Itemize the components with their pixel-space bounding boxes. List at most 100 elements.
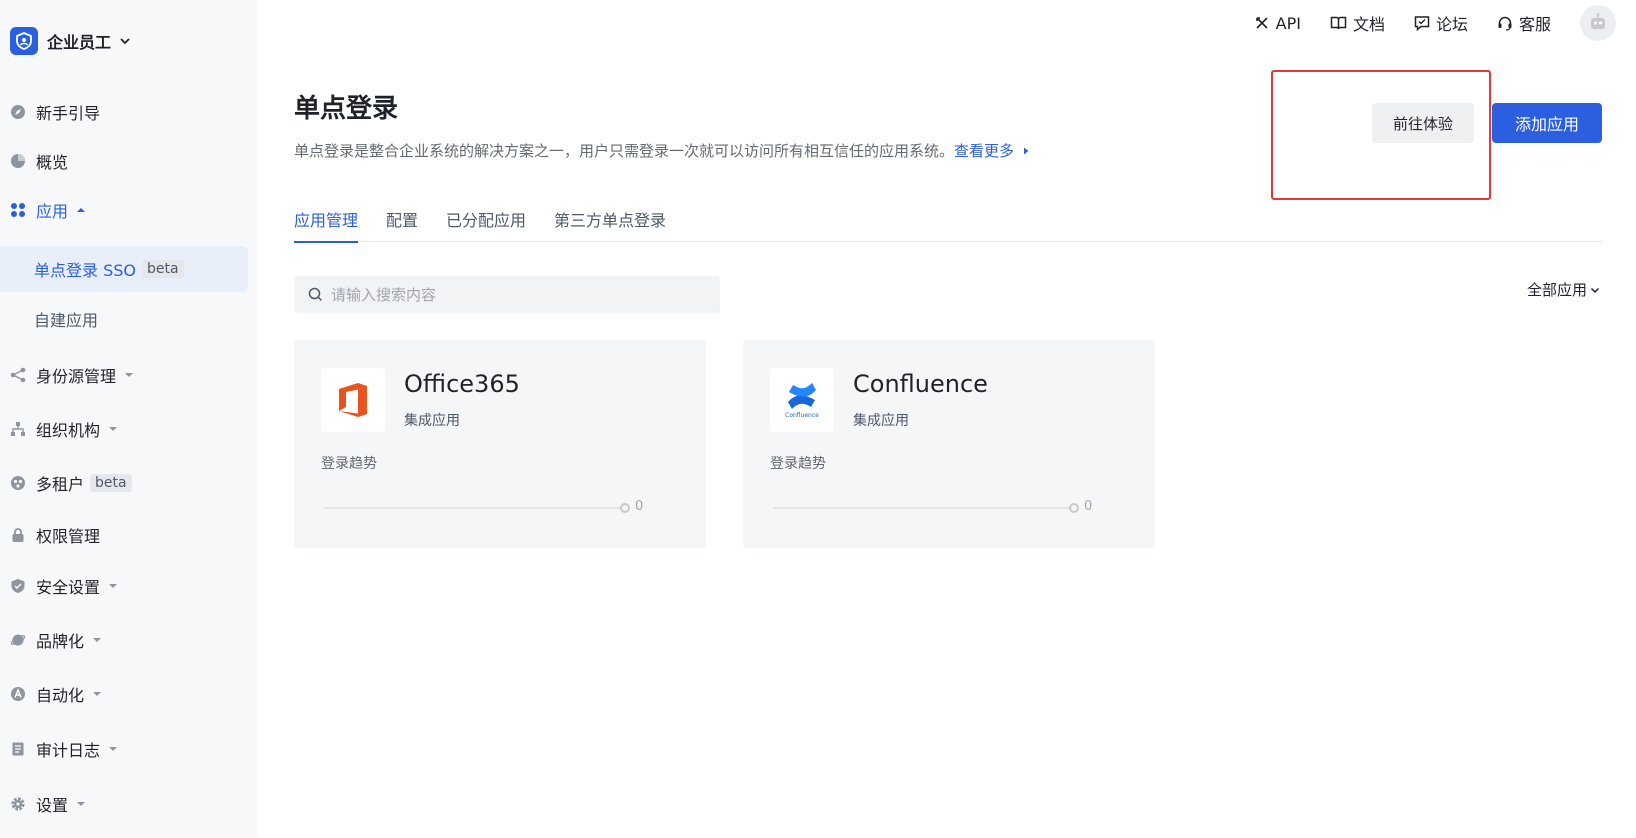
- sidebar-item-label: 新手引导: [36, 104, 101, 123]
- support-link[interactable]: 客服: [1497, 11, 1551, 35]
- api-label: API: [1275, 13, 1301, 33]
- tenant-icon: [10, 475, 26, 491]
- tab-config[interactable]: 配置: [386, 200, 418, 242]
- gear-icon: [10, 796, 26, 812]
- app-card-office365[interactable]: Office365 集成应用 登录趋势 0: [294, 340, 706, 548]
- book-icon: [1330, 16, 1347, 30]
- avatar[interactable]: [1580, 5, 1616, 41]
- tab-app-management[interactable]: 应用管理: [294, 200, 359, 243]
- automation-icon: [10, 686, 26, 702]
- chevron-down-icon: [1590, 287, 1600, 293]
- login-trend-label: 登录趋势: [770, 456, 826, 472]
- docs-link[interactable]: 文档: [1330, 11, 1385, 35]
- app-type: 集成应用: [404, 413, 460, 429]
- login-trend-line: [773, 507, 1073, 509]
- learn-more-label: 查看更多: [954, 142, 1015, 160]
- robot-avatar-icon: [1591, 13, 1605, 29]
- sidebar: 企业员工 新手引导 概览 应用 单点登录 SSO beta 自建应用 身份源管理…: [0, 0, 257, 838]
- app-type: 集成应用: [853, 413, 909, 429]
- app-name: Confluence: [853, 370, 988, 398]
- sidebar-item-label: 安全设置: [36, 578, 101, 597]
- caret-down-icon: [76, 799, 86, 809]
- caret-up-icon: [76, 205, 86, 215]
- caret-down-icon: [92, 635, 102, 645]
- page-description: 单点登录是整合企业系统的解决方案之一，用户只需登录一次就可以访问所有相互信任的应…: [294, 140, 1031, 161]
- office365-logo-icon: [321, 368, 385, 432]
- org-tree-icon: [10, 421, 26, 437]
- sidebar-item-label: 自建应用: [34, 311, 99, 330]
- headset-icon: [1498, 16, 1512, 31]
- confluence-logo-icon: Confluence: [770, 368, 834, 432]
- login-count: 0: [1084, 499, 1093, 514]
- search-input[interactable]: [331, 285, 701, 304]
- sidebar-item-guide[interactable]: 新手引导: [0, 92, 257, 132]
- trend-point: [1069, 503, 1079, 513]
- beta-badge: beta: [142, 260, 184, 278]
- sidebar-item-label: 概览: [36, 153, 69, 172]
- sidebar-item-label: 品牌化: [36, 632, 85, 651]
- login-trend-line: [324, 507, 624, 509]
- forum-label: 论坛: [1435, 15, 1468, 34]
- sidebar-item-label: 单点登录 SSO: [34, 261, 136, 280]
- docs-label: 文档: [1352, 15, 1385, 34]
- tab-bar: 应用管理 配置 已分配应用 第三方单点登录: [294, 200, 1602, 243]
- confluence-logo-text: Confluence: [785, 412, 819, 419]
- caret-down-icon: [108, 581, 118, 591]
- document-icon: [10, 741, 26, 757]
- sidebar-item-custom-apps[interactable]: 自建应用: [0, 296, 257, 342]
- caret-down-icon: [92, 689, 102, 699]
- chat-icon: [1414, 16, 1430, 31]
- login-count: 0: [635, 499, 644, 514]
- sidebar-item-label: 权限管理: [36, 527, 101, 546]
- learn-more-link[interactable]: 查看更多: [954, 142, 1031, 160]
- try-it-button[interactable]: 前往体验: [1372, 103, 1474, 143]
- trend-point: [620, 503, 630, 513]
- caret-down-icon: [108, 424, 118, 434]
- sidebar-item-label: 应用: [36, 202, 69, 221]
- sidebar-item-label: 组织机构: [36, 421, 101, 440]
- sidebar-item-apps[interactable]: 应用: [0, 190, 257, 230]
- sidebar-item-automation[interactable]: 自动化: [0, 674, 257, 714]
- sidebar-item-audit-log[interactable]: 审计日志: [0, 729, 257, 769]
- tab-assigned-apps[interactable]: 已分配应用: [446, 200, 526, 242]
- chevron-down-icon: [119, 32, 131, 51]
- pie-chart-icon: [10, 153, 26, 169]
- api-icon: [1255, 17, 1268, 29]
- search-box: [294, 276, 720, 313]
- search-icon: [308, 287, 323, 302]
- login-trend-label: 登录趋势: [321, 456, 377, 472]
- api-link[interactable]: API: [1254, 14, 1301, 33]
- caret-down-icon: [124, 370, 134, 380]
- page-title: 单点登录: [294, 94, 399, 124]
- caret-down-icon: [108, 744, 118, 754]
- sidebar-item-overview[interactable]: 概览: [0, 141, 257, 181]
- sidebar-item-organization[interactable]: 组织机构: [0, 409, 257, 449]
- sidebar-item-permissions[interactable]: 权限管理: [0, 515, 257, 555]
- sidebar-item-sso[interactable]: 单点登录 SSO beta: [0, 246, 248, 292]
- sidebar-item-security[interactable]: 安全设置: [0, 566, 257, 606]
- filter-label: 全部应用: [1526, 281, 1587, 299]
- sidebar-item-label: 审计日志: [36, 741, 101, 760]
- tab-third-party-sso[interactable]: 第三方单点登录: [554, 200, 666, 242]
- shield-logo-icon: [10, 27, 38, 55]
- apps-icon: [10, 202, 26, 218]
- forum-link[interactable]: 论坛: [1414, 11, 1468, 35]
- sidebar-item-label: 身份源管理: [36, 367, 117, 386]
- description-text: 单点登录是整合企业系统的解决方案之一，用户只需登录一次就可以访问所有相互信任的应…: [294, 142, 955, 160]
- share-icon: [10, 367, 26, 383]
- sidebar-item-branding[interactable]: 品牌化: [0, 620, 257, 660]
- sidebar-item-label: 设置: [36, 796, 69, 815]
- planet-icon: [10, 632, 26, 648]
- lock-icon: [10, 527, 26, 543]
- org-name: 企业员工: [47, 33, 112, 52]
- add-app-button[interactable]: 添加应用: [1492, 103, 1602, 143]
- app-card-confluence[interactable]: Confluence Confluence 集成应用 登录趋势 0: [743, 340, 1155, 548]
- org-switcher[interactable]: 企业员工: [10, 26, 131, 56]
- beta-badge: beta: [90, 474, 132, 492]
- sidebar-item-identity-source[interactable]: 身份源管理: [0, 355, 257, 395]
- app-name: Office365: [404, 370, 520, 398]
- compass-icon: [10, 104, 26, 120]
- sidebar-item-settings[interactable]: 设置: [0, 784, 257, 824]
- sidebar-item-multi-tenant[interactable]: 多租户 beta: [0, 463, 257, 503]
- app-filter-dropdown[interactable]: 全部应用: [1527, 279, 1600, 300]
